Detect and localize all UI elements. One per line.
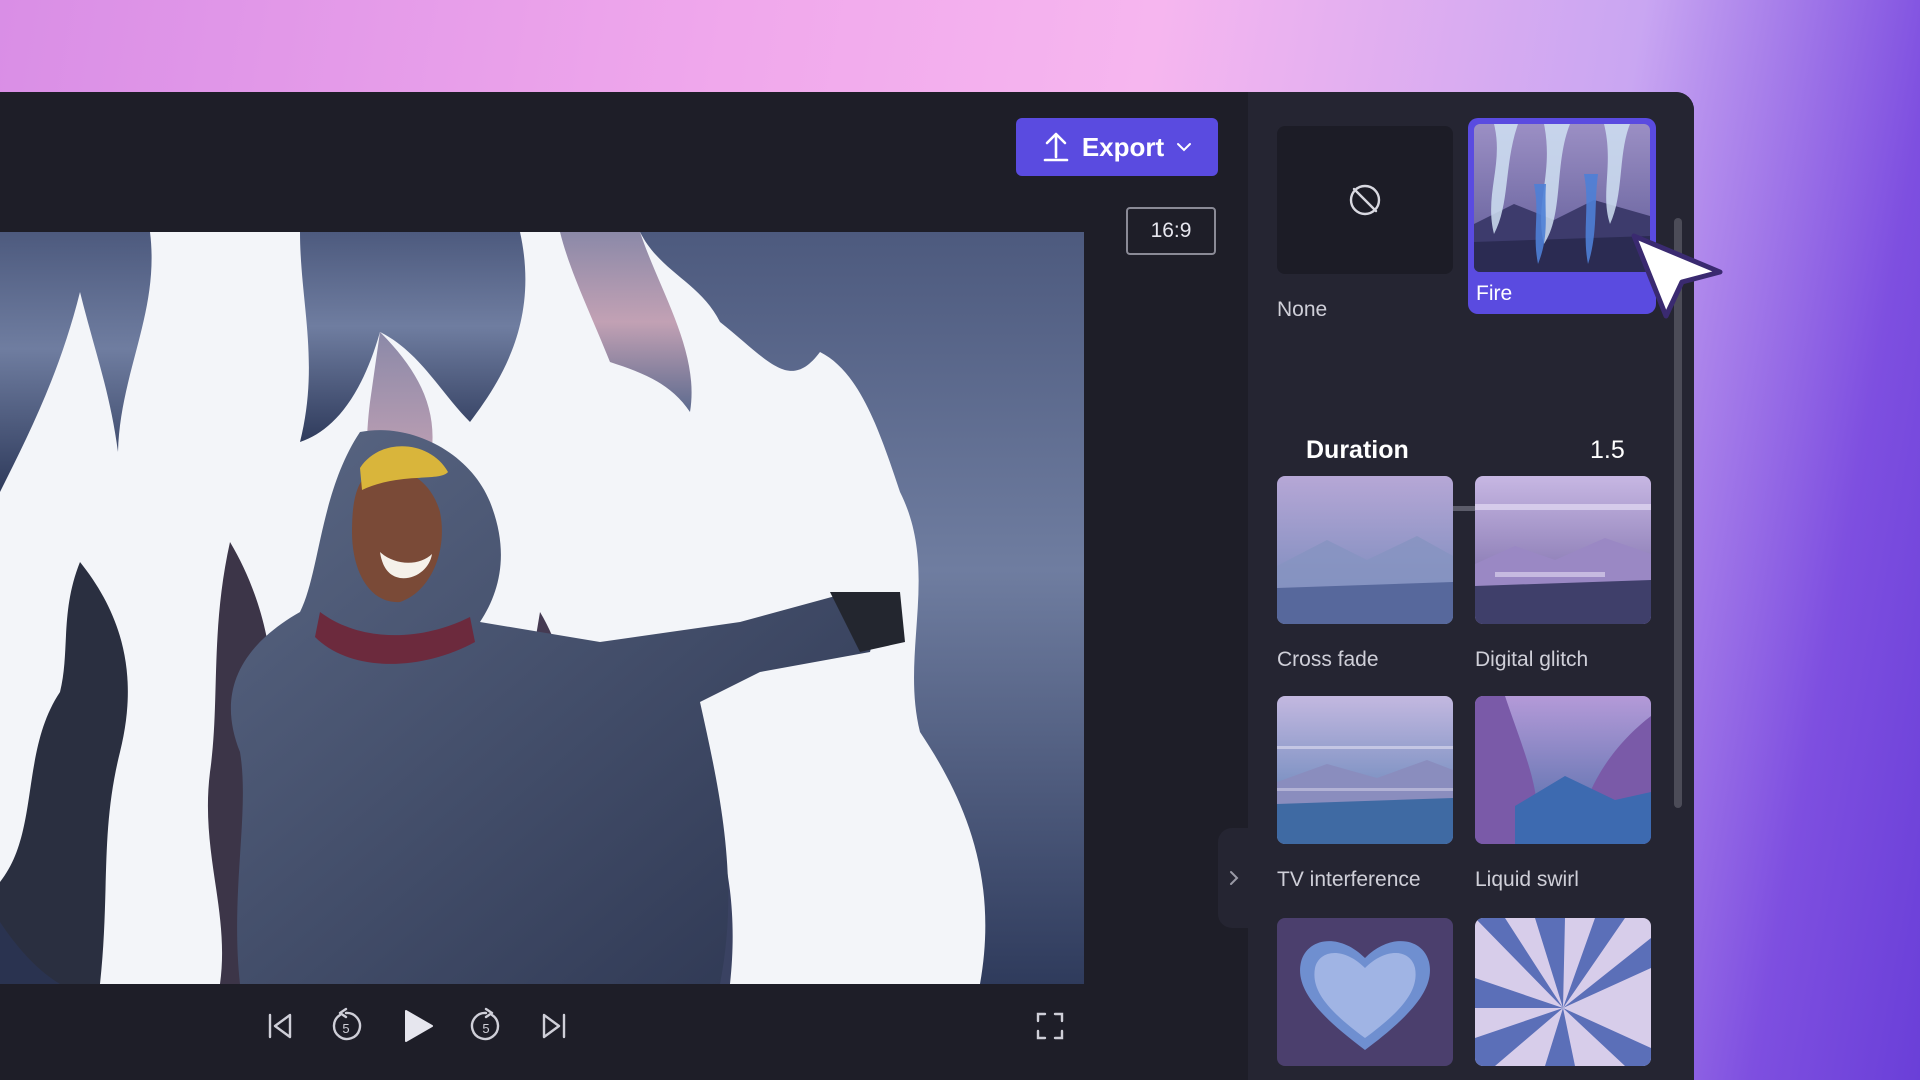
transition-label: None: [1277, 298, 1328, 321]
video-preview: [0, 232, 1084, 984]
transition-heart[interactable]: [1277, 918, 1455, 1066]
play-button[interactable]: [396, 1004, 440, 1048]
skip-to-start-icon: [268, 1013, 292, 1039]
transition-thumbnail: [1474, 124, 1650, 272]
transition-label: Liquid swirl: [1475, 868, 1579, 891]
no-transition-icon: [1349, 184, 1381, 216]
transition-digital-glitch[interactable]: Digital glitch: [1475, 476, 1653, 672]
transition-label: Cross fade: [1277, 648, 1379, 671]
fullscreen-button[interactable]: [1028, 1004, 1072, 1048]
skip-to-end-icon: [542, 1013, 566, 1039]
upload-icon: [1043, 132, 1069, 162]
forward-5-icon: 5: [470, 1007, 500, 1041]
chevron-down-icon: [1177, 143, 1192, 152]
transition-none[interactable]: None: [1277, 126, 1455, 322]
duration-label: Duration: [1306, 436, 1409, 464]
editor-window: Export 16:9 5 5 None Fire Duration 1.5 C…: [0, 92, 1694, 1080]
transition-thumbnail: [1475, 476, 1651, 624]
mouse-cursor-icon: [1631, 233, 1723, 319]
transition-label: Fire: [1476, 282, 1513, 305]
rewind-seconds: 5: [342, 1021, 349, 1036]
transition-thumbnail: [1277, 126, 1453, 274]
fullscreen-icon: [1036, 1012, 1064, 1040]
editor-area: Export 16:9 5 5: [0, 92, 1248, 1080]
transition-rays[interactable]: [1475, 918, 1653, 1066]
transition-liquid-swirl[interactable]: Liquid swirl: [1475, 696, 1653, 892]
video-frame-image: [0, 232, 1084, 984]
collapse-panel-button[interactable]: [1218, 828, 1250, 928]
transition-thumbnail: [1475, 696, 1651, 844]
forward-seconds: 5: [482, 1021, 489, 1036]
duration-value: 1.5: [1590, 436, 1625, 464]
transition-cross-fade[interactable]: Cross fade: [1277, 476, 1455, 672]
player-controls: 5 5: [0, 984, 1248, 1080]
forward-button[interactable]: 5: [464, 1004, 508, 1048]
transition-tv-interference[interactable]: TV interference: [1277, 696, 1455, 892]
transition-label: TV interference: [1277, 868, 1421, 891]
aspect-ratio-button[interactable]: 16:9: [1126, 207, 1216, 255]
skip-to-end-button[interactable]: [532, 1004, 576, 1048]
rewind-button[interactable]: 5: [324, 1004, 368, 1048]
transition-thumbnail: [1277, 476, 1453, 624]
rewind-5-icon: 5: [332, 1007, 362, 1041]
export-label: Export: [1081, 131, 1165, 162]
transition-thumbnail: [1277, 918, 1453, 1066]
chevron-right-icon: [1230, 871, 1239, 885]
export-button[interactable]: Export: [1016, 118, 1218, 176]
transition-label: Digital glitch: [1475, 648, 1589, 671]
transition-thumbnail: [1277, 696, 1453, 844]
transition-thumbnail: [1475, 918, 1651, 1066]
skip-to-start-button[interactable]: [258, 1004, 302, 1048]
play-icon: [405, 1010, 433, 1042]
